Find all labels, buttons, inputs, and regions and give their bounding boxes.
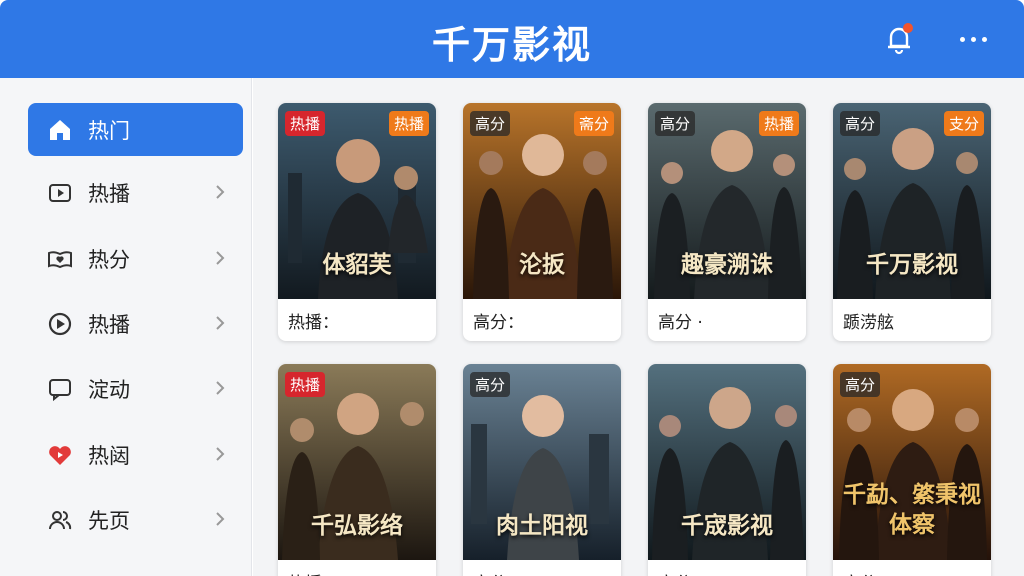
poster-image: 高分 斋分 沦扳 <box>463 103 621 299</box>
poster-title: 体貂芙 <box>322 252 392 278</box>
poster-title: 千弘影络 <box>311 513 403 539</box>
hot-badge: 热播 <box>285 111 326 136</box>
sidebar-item-users[interactable]: 先页 <box>28 493 243 546</box>
card-caption: 热播： <box>288 312 339 333</box>
sidebar-item-score[interactable]: 热分 <box>28 232 243 285</box>
poster-title: 千勐、綮秉视 体察 <box>843 482 981 538</box>
chevron-right-icon <box>216 251 225 265</box>
book-heart-icon <box>46 245 74 273</box>
app-header: 千万影视 <box>0 0 1024 78</box>
sidebar-item-activity[interactable]: 淀动 <box>28 362 243 415</box>
sidebar-item-label: 热播 <box>88 181 130 206</box>
poster-title: 趣豪溯诛 <box>681 252 773 278</box>
chevron-right-icon <box>216 185 225 199</box>
home-icon <box>46 116 74 144</box>
chevron-right-icon <box>216 512 225 526</box>
movie-card[interactable]: 热播 千弘影络 热播： <box>278 364 436 576</box>
heart-play-icon <box>46 441 74 469</box>
sidebar-item-hot[interactable]: 热门 <box>28 103 243 156</box>
card-caption: 高分： <box>473 312 524 333</box>
sidebar-item-label: 先页 <box>88 508 130 533</box>
chevron-right-icon <box>216 316 225 330</box>
card-caption: 热播： <box>278 560 436 576</box>
card-caption: 踬涝舷 <box>843 312 894 333</box>
movie-card[interactable]: 高分 支分 千万影视 踬涝舷 <box>833 103 991 341</box>
poster-image: 热播 热播 体貂芙 <box>278 103 436 299</box>
content-grid: 热播 热播 体貂芙 热播： 高分 斋分 沦扳 高分： 高分 热播 趣豪溯诛 高分… <box>253 78 1024 576</box>
chevron-right-icon <box>216 447 225 461</box>
poster-title: 千宬影视 <box>681 513 773 539</box>
play-square-icon <box>46 179 74 207</box>
movie-card[interactable]: 高分 斋分 沦扳 高分： <box>463 103 621 341</box>
score-badge: 高分 <box>840 111 881 136</box>
users-icon <box>46 506 74 534</box>
poster-title: 沦扳 <box>519 252 565 278</box>
sidebar-item-label: 热闼 <box>88 443 130 468</box>
sidebar-item-label: 热门 <box>88 118 130 143</box>
more-icon[interactable] <box>956 28 992 52</box>
notification-dot <box>903 23 913 33</box>
score-badge: 高分 <box>470 111 511 136</box>
card-caption: 高分： <box>648 560 806 576</box>
movie-card[interactable]: 千宬影视 高分： <box>648 364 806 576</box>
card-caption: 高分 · <box>658 312 703 333</box>
chevron-right-icon <box>216 381 225 395</box>
hot-badge: 热播 <box>285 372 326 397</box>
movie-card[interactable]: 高分 千勐、綮秉视 体察 高分： <box>833 364 991 576</box>
tag-badge: 斋分 <box>573 111 614 136</box>
poster-image: 高分 肉土阳视 <box>463 364 621 560</box>
movie-card[interactable]: 高分 热播 趣豪溯诛 高分 · <box>648 103 806 341</box>
card-caption: 高分： <box>463 560 621 576</box>
poster-image: 高分 千勐、綮秉视 体察 <box>833 364 991 560</box>
poster-image: 千宬影视 <box>648 364 806 560</box>
poster-image: 高分 支分 千万影视 <box>833 103 991 299</box>
sidebar-item-label: 热播 <box>88 312 130 337</box>
poster-image: 高分 热播 趣豪溯诛 <box>648 103 806 299</box>
score-badge: 高分 <box>655 111 696 136</box>
movie-card[interactable]: 高分 肉土阳视 高分： <box>463 364 621 576</box>
movie-card[interactable]: 热播 热播 体貂芙 热播： <box>278 103 436 341</box>
app-title: 千万影视 <box>431 23 592 67</box>
sidebar-item-label: 淀动 <box>88 377 130 402</box>
play-circle-icon <box>46 310 74 338</box>
poster-title: 肉土阳视 <box>496 513 588 539</box>
sidebar-item-favorites[interactable]: 热闼 <box>28 428 243 481</box>
score-badge: 高分 <box>840 372 881 397</box>
sidebar-item-playing[interactable]: 热播 <box>28 166 243 219</box>
sidebar-item-broadcast[interactable]: 热播 <box>28 297 243 350</box>
tag-badge: 热播 <box>388 111 429 136</box>
score-badge: 高分 <box>470 372 511 397</box>
sidebar: 热门 热播 热分 热播 淀动 热闼 先页 <box>0 78 252 576</box>
poster-image: 热播 千弘影络 <box>278 364 436 560</box>
poster-title: 千万影视 <box>866 252 958 278</box>
tag-badge: 支分 <box>943 111 984 136</box>
card-caption: 高分： <box>833 560 991 576</box>
chat-icon <box>46 375 74 403</box>
sidebar-item-label: 热分 <box>88 247 130 272</box>
tag-badge: 热播 <box>758 111 799 136</box>
